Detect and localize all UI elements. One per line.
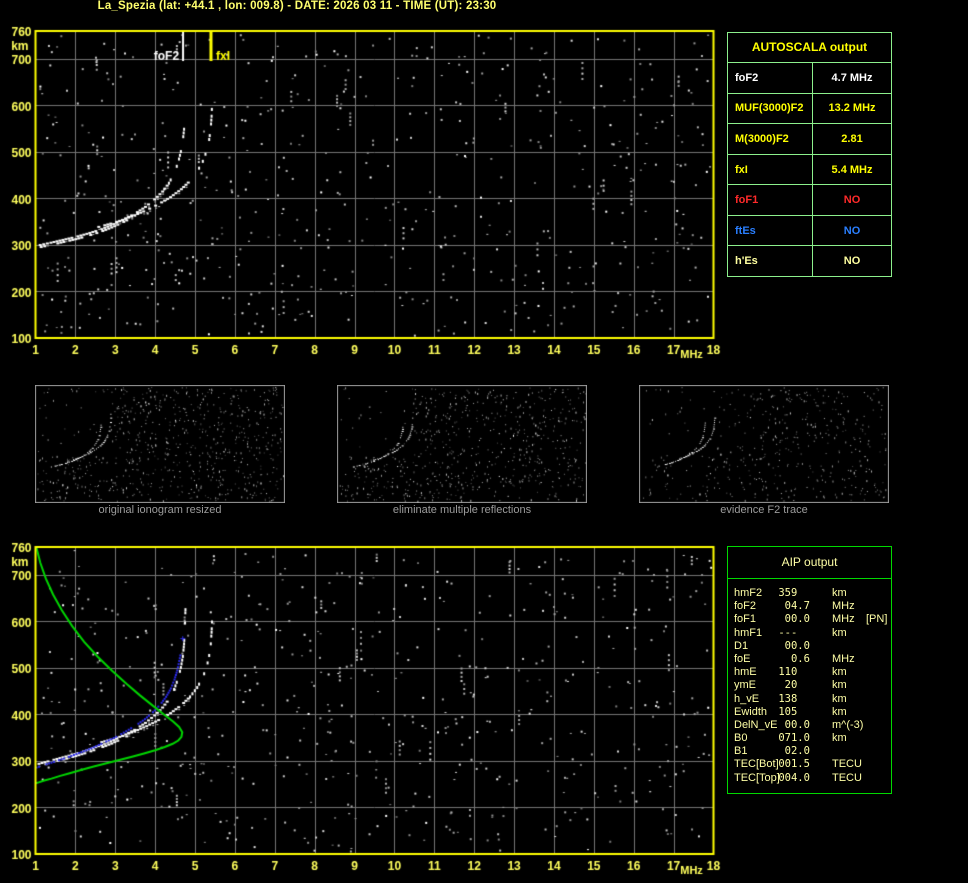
table-row: B1 02.0 bbox=[728, 745, 891, 758]
table-row: h_vE 138 km bbox=[728, 693, 891, 706]
parameter-value: 001.5 bbox=[772, 758, 810, 771]
table-row: D1 00.0 bbox=[728, 640, 891, 653]
top-ionogram-chart bbox=[0, 20, 724, 365]
parameter-label: B1 bbox=[734, 745, 748, 758]
parameter-label: MUF(3000)F2 bbox=[728, 93, 813, 124]
parameter-label: foE bbox=[734, 652, 751, 665]
table-row: M(3000)F2 2.81 bbox=[728, 123, 891, 154]
parameter-unit: km bbox=[832, 732, 847, 745]
parameter-value: NO bbox=[843, 255, 861, 268]
parameter-value: 359 bbox=[772, 587, 798, 599]
table-row: Ewidth 105 km bbox=[728, 706, 891, 719]
parameter-label: ftEs bbox=[728, 215, 813, 246]
parameter-unit: km bbox=[832, 626, 847, 639]
parameter-label: fxI bbox=[728, 154, 813, 185]
parameter-label: hmF1 bbox=[734, 626, 763, 639]
table-row: DelN_vE 00.0 m^(-3) bbox=[728, 719, 891, 732]
table-row: B0 071.0 km bbox=[728, 732, 891, 745]
parameter-value: 00.0 bbox=[772, 613, 810, 626]
thumbnail-caption-3: evidence F2 trace bbox=[720, 504, 808, 516]
table-row: hmE 110 km bbox=[728, 666, 891, 679]
parameter-value: NO bbox=[843, 194, 861, 207]
table-row: TEC[Bot] 001.5 TECU bbox=[728, 758, 891, 771]
thumbnail-eliminate-reflections bbox=[337, 385, 587, 503]
table-row: h'Es NO bbox=[728, 245, 891, 277]
parameter-unit: MHz bbox=[832, 613, 855, 626]
parameter-label: D1 bbox=[734, 639, 749, 652]
table-row: TEC[Top] 004.0 TECU bbox=[728, 772, 891, 785]
parameter-label: hmE bbox=[734, 666, 757, 679]
parameter-unit: TECU bbox=[832, 758, 862, 771]
parameter-label: h'Es bbox=[728, 246, 813, 277]
thumbnail-evidence-f2-trace bbox=[639, 385, 889, 503]
table-row: foE 0.6 MHz bbox=[728, 653, 891, 666]
parameter-label: M(3000)F2 bbox=[728, 124, 813, 154]
autoscala-window: La_Spezia (lat: +44.1 , lon: 009.8) - DA… bbox=[0, 0, 968, 883]
table-row: foF2 04.7 MHz bbox=[728, 600, 891, 613]
parameter-value: 0.6 bbox=[772, 652, 810, 665]
parameter-value: 00.0 bbox=[772, 718, 810, 731]
autoscala-output-table: AUTOSCALA output foF2 4.7 MHz MUF(3000)F2 1… bbox=[727, 32, 892, 277]
parameter-label: foF2 bbox=[728, 63, 813, 93]
aip-table-rows: hmF2 359 km foF2 04.7 MHz foF1 00.0 MHz [PN] hm… bbox=[728, 579, 891, 785]
parameter-unit: km bbox=[832, 679, 847, 692]
table-row: foF1 NO bbox=[728, 184, 891, 215]
parameter-label: foF1 bbox=[728, 185, 813, 215]
aip-output-table: AIP output hmF2 359 km foF2 04.7 MHz foF1 00… bbox=[727, 546, 892, 794]
parameter-label: Ewidth bbox=[734, 705, 768, 718]
bottom-ionogram-chart bbox=[0, 538, 724, 883]
thumbnail-caption-1: original ionogram resized bbox=[98, 504, 222, 516]
aip-table-title: AIP output bbox=[728, 547, 891, 579]
table-row: hmF2 359 km bbox=[728, 587, 891, 600]
parameter-unit: km bbox=[832, 705, 847, 718]
thumbnail-caption-2: eliminate multiple reflections bbox=[392, 504, 532, 516]
parameter-value: 13.2 MHz bbox=[828, 102, 876, 115]
parameter-unit: km bbox=[832, 666, 847, 679]
parameter-note: [PN] bbox=[866, 613, 888, 626]
parameter-value: 4.7 MHz bbox=[831, 71, 873, 84]
parameter-unit: m^(-3) bbox=[832, 718, 864, 731]
table-row: ftEs NO bbox=[728, 214, 891, 246]
table-row: ymE 20 km bbox=[728, 679, 891, 692]
table-row: hmF1 --- km bbox=[728, 627, 891, 640]
parameter-value: 105 bbox=[772, 705, 798, 718]
table-row: MUF(3000)F2 13.2 MHz bbox=[728, 92, 891, 124]
autoscala-table-title: AUTOSCALA output bbox=[751, 40, 868, 54]
table-row: foF1 00.0 MHz [PN] bbox=[728, 613, 891, 626]
parameter-label: foF1 bbox=[734, 613, 757, 626]
parameter-label: foF2 bbox=[734, 600, 757, 613]
parameter-unit: km bbox=[832, 587, 847, 599]
table-row: fxI 5.4 MHz bbox=[728, 153, 891, 185]
thumbnail-original-ionogram bbox=[35, 385, 285, 503]
table-row: foF2 4.7 MHz bbox=[728, 62, 891, 93]
parameter-value: --- bbox=[772, 626, 798, 639]
parameter-value: NO bbox=[843, 224, 861, 237]
parameter-value: 5.4 MHz bbox=[831, 163, 873, 176]
parameter-unit: MHz bbox=[832, 652, 855, 665]
parameter-label: ymE bbox=[734, 679, 756, 692]
parameter-label: B0 bbox=[734, 732, 748, 745]
parameter-unit: TECU bbox=[832, 771, 862, 784]
parameter-value: 004.0 bbox=[772, 771, 810, 784]
parameter-label: DelN_vE bbox=[734, 718, 778, 731]
autoscala-table-rows: foF2 4.7 MHz MUF(3000)F2 13.2 MHz M(3000)F2 2… bbox=[728, 62, 891, 277]
parameter-value: 02.0 bbox=[772, 745, 810, 758]
parameter-unit: MHz bbox=[832, 600, 855, 613]
parameter-value: 071.0 bbox=[772, 732, 810, 745]
station-title: La_Spezia (lat: +44.1 , lon: 009.8) - DA… bbox=[97, 0, 497, 12]
parameter-value: 138 bbox=[772, 692, 798, 705]
parameter-unit: km bbox=[832, 692, 847, 705]
parameter-value: 110 bbox=[772, 666, 798, 679]
parameter-value: 2.81 bbox=[841, 132, 863, 145]
parameter-value: 04.7 bbox=[772, 600, 810, 613]
parameter-label: h_vE bbox=[734, 692, 760, 705]
parameter-value: 20 bbox=[772, 679, 798, 692]
parameter-value: 00.0 bbox=[772, 639, 810, 652]
parameter-label: hmF2 bbox=[734, 587, 763, 599]
